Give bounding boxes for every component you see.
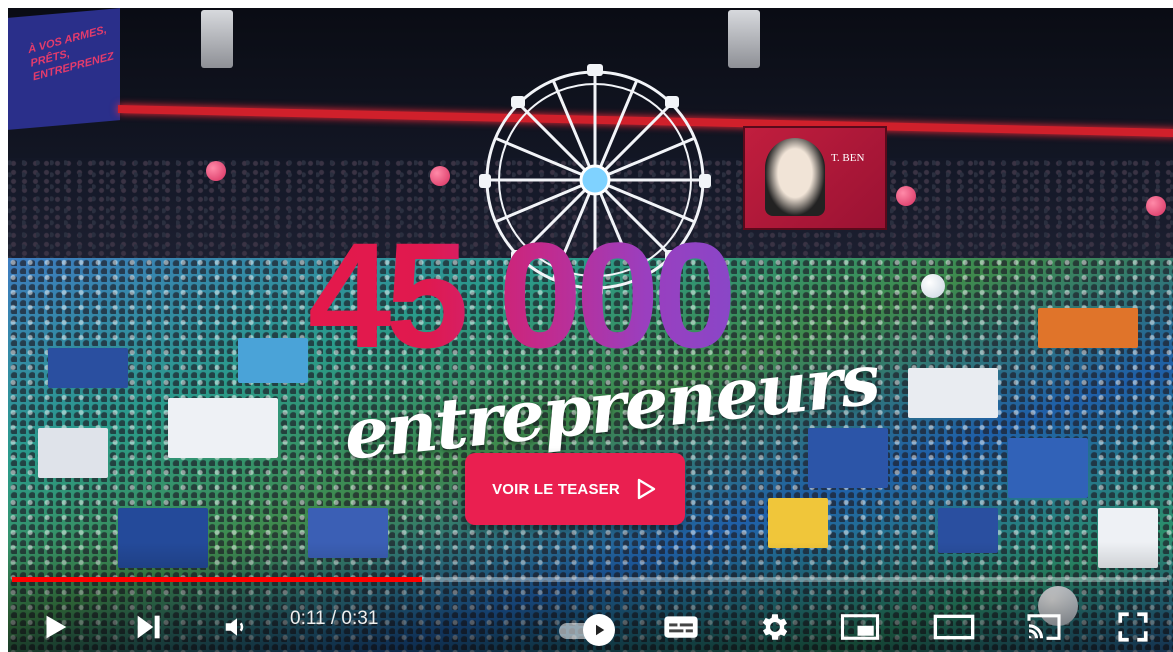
booth: [1008, 438, 1088, 498]
fullscreen-icon: [1118, 612, 1148, 642]
volume-icon: [225, 618, 244, 636]
miniplayer-button[interactable]: [834, 604, 886, 650]
watch-teaser-button[interactable]: VOIR LE TEASER: [465, 453, 685, 525]
cast-icon: [1027, 614, 1061, 640]
poster-text: T. BEN: [831, 152, 865, 164]
progress-played: [12, 577, 423, 582]
portrait-image: [765, 138, 825, 216]
video-player[interactable]: À VOS ARMES, PRÊTS, ENTREPRENEZ T. BEN 4…: [8, 8, 1173, 652]
booth: [168, 398, 278, 458]
subtitles-icon: [664, 616, 698, 638]
balloon: [921, 274, 945, 298]
cast-button[interactable]: [1016, 604, 1072, 650]
play-button[interactable]: [30, 604, 80, 650]
autoplay-toggle-icon: [596, 624, 605, 636]
booth: [908, 368, 998, 418]
balloon: [896, 186, 916, 206]
balloon: [1146, 196, 1166, 216]
speaker-right: [728, 10, 760, 68]
corner-banner-text: À VOS ARMES, PRÊTS, ENTREPRENEZ: [27, 23, 115, 84]
corner-banner: À VOS ARMES, PRÊTS, ENTREPRENEZ: [8, 8, 120, 130]
booth: [48, 348, 128, 388]
balloon: [206, 161, 226, 181]
autoplay-toggle[interactable]: [555, 612, 623, 646]
speaker-left: [201, 10, 233, 68]
booth: [238, 338, 308, 383]
booth: [768, 498, 828, 548]
autoplay-knob: [583, 614, 615, 646]
play-icon: [46, 615, 67, 639]
subtitles-button[interactable]: [656, 604, 706, 650]
gear-icon: [762, 614, 788, 640]
booth: [38, 428, 108, 478]
play-outline-icon: [637, 478, 656, 500]
next-icon: [137, 615, 160, 639]
booth: [808, 428, 888, 488]
speaker-poster: T. BEN: [743, 126, 887, 230]
video-frame[interactable]: À VOS ARMES, PRÊTS, ENTREPRENEZ T. BEN 4…: [8, 8, 1173, 652]
theater-mode-button[interactable]: [926, 604, 982, 650]
miniplayer-icon: [840, 614, 880, 640]
volume-button[interactable]: [214, 604, 260, 650]
watch-teaser-label: VOIR LE TEASER: [492, 480, 620, 498]
time-display: 0:11 / 0:31: [290, 608, 379, 629]
progress-bar[interactable]: [12, 577, 1167, 582]
booth: [1038, 308, 1138, 348]
fullscreen-button[interactable]: [1108, 604, 1158, 650]
settings-button[interactable]: [750, 604, 800, 650]
headline-number: 45 000: [308, 211, 737, 379]
balloon: [430, 166, 450, 186]
theater-mode-icon: [933, 614, 975, 640]
next-button[interactable]: [124, 604, 174, 650]
